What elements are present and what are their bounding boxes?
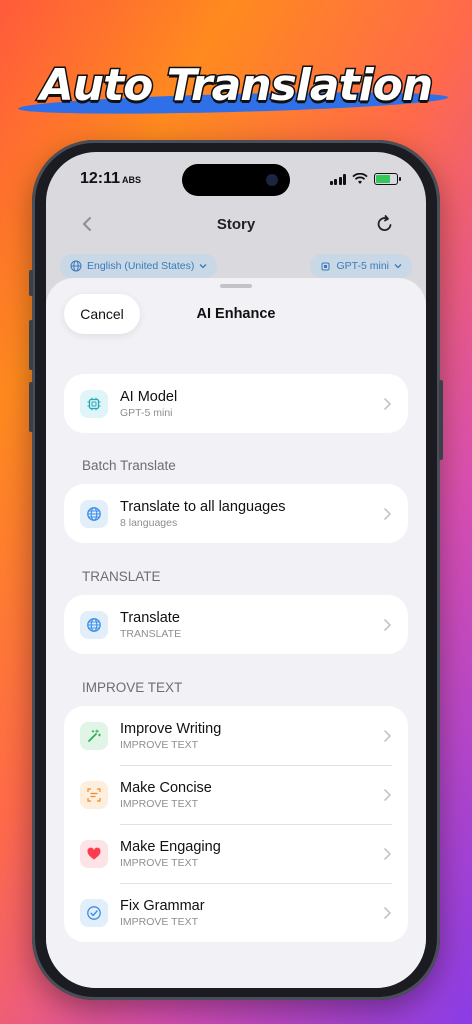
ai-enhance-sheet: Cancel AI Enhance AI Model GPT-5 mini Ba… bbox=[46, 278, 426, 988]
row-text: Translate to all languages 8 languages bbox=[120, 498, 382, 530]
row-subtitle: IMPROVE TEXT bbox=[120, 797, 198, 810]
translate-card: Translate TRANSLATE bbox=[64, 595, 408, 654]
volume-down-button bbox=[29, 382, 33, 432]
translate-all-row[interactable]: Translate to all languages 8 languages bbox=[64, 484, 408, 543]
chevron-right-icon bbox=[384, 906, 392, 919]
chevron-right-icon bbox=[384, 788, 392, 801]
model-chip[interactable]: GPT-5 mini bbox=[310, 254, 412, 278]
chevron-left-icon bbox=[83, 217, 91, 231]
chevron-right-icon bbox=[384, 729, 392, 742]
status-time-badge: ABS bbox=[122, 175, 142, 185]
row-subtitle: TRANSLATE bbox=[120, 627, 182, 640]
back-button[interactable] bbox=[68, 205, 106, 243]
globe-icon bbox=[70, 260, 82, 272]
ai-model-row[interactable]: AI Model GPT-5 mini bbox=[64, 374, 408, 433]
cancel-button[interactable]: Cancel bbox=[64, 294, 140, 334]
status-icons bbox=[329, 173, 401, 185]
section-label-improve: IMPROVE TEXT bbox=[82, 680, 183, 695]
model-chip-label: GPT-5 mini bbox=[336, 260, 389, 272]
volume-up-button bbox=[29, 320, 33, 370]
chip-icon bbox=[321, 262, 330, 270]
row-text: Make Engaging IMPROVE TEXT bbox=[120, 838, 382, 870]
nav-bar: Story bbox=[46, 202, 426, 246]
row-title: Fix Grammar bbox=[120, 897, 205, 914]
translate-row[interactable]: Translate TRANSLATE bbox=[64, 595, 408, 654]
row-title: Make Concise bbox=[120, 779, 212, 796]
power-button bbox=[439, 380, 443, 460]
refresh-button[interactable] bbox=[366, 205, 404, 243]
phone-frame: 12:11 ABS Story English (United States) … bbox=[29, 140, 443, 1000]
chip-row: English (United States) GPT-5 mini bbox=[46, 254, 426, 278]
row-title: Translate bbox=[120, 609, 180, 626]
row-title: AI Model bbox=[120, 388, 178, 405]
wifi-icon bbox=[352, 173, 368, 184]
row-title: Translate to all languages bbox=[120, 498, 286, 515]
promo-banner: Auto Translation bbox=[0, 50, 472, 120]
make-engaging-row[interactable]: Make Engaging IMPROVE TEXT bbox=[64, 824, 408, 883]
row-text: Make Concise IMPROVE TEXT bbox=[120, 779, 382, 811]
action-button bbox=[29, 270, 33, 296]
row-subtitle: 8 languages bbox=[120, 516, 178, 529]
row-subtitle: GPT-5 mini bbox=[120, 406, 173, 419]
make-concise-row[interactable]: Make Concise IMPROVE TEXT bbox=[64, 765, 408, 824]
cpu-icon bbox=[80, 389, 108, 418]
row-subtitle: IMPROVE TEXT bbox=[120, 856, 198, 869]
improve-writing-row[interactable]: Improve Writing IMPROVE TEXT bbox=[64, 706, 408, 765]
banner-title: Auto Translation bbox=[38, 58, 434, 112]
row-text: Translate TRANSLATE bbox=[120, 609, 382, 641]
battery-icon bbox=[374, 173, 401, 185]
compress-text-icon bbox=[80, 780, 108, 809]
section-label-translate: TRANSLATE bbox=[82, 569, 161, 584]
dynamic-island bbox=[182, 164, 290, 196]
heart-icon bbox=[80, 839, 108, 868]
status-time: 12:11 ABS bbox=[80, 170, 142, 187]
globe-icon bbox=[80, 499, 108, 528]
language-chip-label: English (United States) bbox=[87, 260, 195, 272]
magic-wand-icon bbox=[80, 721, 108, 750]
sheet-grabber[interactable] bbox=[220, 284, 252, 288]
sheet-title: AI Enhance bbox=[196, 306, 276, 322]
globe-icon bbox=[80, 610, 108, 639]
row-text: Fix Grammar IMPROVE TEXT bbox=[120, 897, 382, 929]
fix-grammar-row[interactable]: Fix Grammar IMPROVE TEXT bbox=[64, 883, 408, 942]
section-label-batch: Batch Translate bbox=[82, 458, 176, 473]
refresh-icon bbox=[377, 215, 392, 231]
row-text: AI Model GPT-5 mini bbox=[120, 388, 382, 420]
row-subtitle: IMPROVE TEXT bbox=[120, 915, 198, 928]
chevron-down-icon bbox=[394, 264, 402, 269]
row-title: Make Engaging bbox=[120, 838, 221, 855]
sheet-header: Cancel AI Enhance bbox=[46, 292, 426, 336]
improve-text-card: Improve Writing IMPROVE TEXT Make Concis… bbox=[64, 706, 408, 942]
row-title: Improve Writing bbox=[120, 720, 222, 737]
ai-model-card: AI Model GPT-5 mini bbox=[64, 374, 408, 433]
batch-translate-card: Translate to all languages 8 languages bbox=[64, 484, 408, 543]
chevron-right-icon bbox=[384, 618, 392, 631]
checkmark-circle-icon bbox=[80, 898, 108, 927]
chevron-down-icon bbox=[199, 264, 207, 269]
chevron-right-icon bbox=[384, 847, 392, 860]
chevron-right-icon bbox=[384, 397, 392, 410]
row-subtitle: IMPROVE TEXT bbox=[120, 738, 198, 751]
phone-screen: 12:11 ABS Story English (United States) … bbox=[46, 152, 426, 988]
nav-title: Story bbox=[216, 215, 256, 233]
chevron-right-icon bbox=[384, 507, 392, 520]
row-text: Improve Writing IMPROVE TEXT bbox=[120, 720, 382, 752]
cellular-signal-icon bbox=[329, 173, 346, 185]
language-chip[interactable]: English (United States) bbox=[60, 254, 218, 278]
